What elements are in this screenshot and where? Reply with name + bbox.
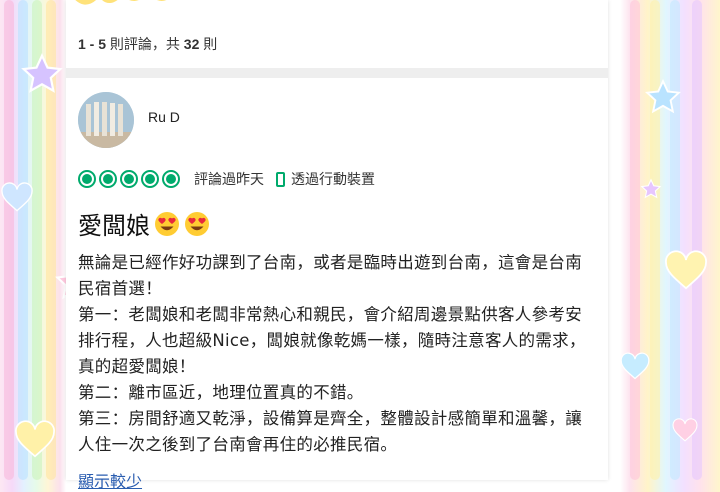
device-label: 透過行動裝置: [291, 172, 375, 188]
review-total: 32: [183, 36, 200, 52]
star-decor-icon: [21, 53, 63, 93]
sticker-logo-fragment: [75, 0, 166, 5]
review-paragraph: 無論是已經作好功課到了台南，或者是臨時出遊到台南，這會是台南民宿首選！: [78, 253, 582, 298]
review-paragraph: 第一：老闆娘和老闆非常熱心和親民，會介紹周邊景點供客人參考安排行程，人也超級Ni…: [78, 305, 586, 376]
review-title-text: 愛闆娘: [78, 212, 150, 240]
decor-stripe: [18, 0, 28, 480]
heart-decor-icon: [665, 250, 707, 290]
review-panel: 1 - 5 則評論，共 32 則 Ru D 評論過昨天 透過行動裝置 愛闆娘 無…: [66, 0, 608, 491]
review-paragraph: 第三：房間舒適又乾淨，設備算是齊全，整體設計感簡單和溫馨，讓人住一次之後到了台南…: [78, 409, 582, 454]
heart-eyes-emoji-icon: [185, 211, 209, 236]
rating-bubble-icon: [162, 170, 180, 188]
rating-bubble-icon: [99, 170, 117, 188]
heart-eyes-emoji-icon: [155, 211, 179, 236]
review-item: Ru D 評論過昨天 透過行動裝置 愛闆娘 無論是已經作好功課到了台南，或者是臨…: [66, 84, 608, 491]
decor-stripe: [650, 0, 660, 480]
show-less-link[interactable]: 顯示較少: [78, 468, 142, 492]
review-title: 愛闆娘: [78, 206, 210, 241]
star-decor-icon: [640, 178, 662, 199]
decor-stripe: [4, 0, 14, 480]
rating-row: 評論過昨天 透過行動裝置: [78, 168, 375, 190]
review-total-suffix: 則: [199, 36, 218, 52]
rating-bubble-icon: [120, 170, 138, 188]
avatar-image: [78, 92, 134, 148]
mobile-device-icon: [276, 171, 285, 187]
heart-decor-icon: [15, 420, 55, 458]
decor-stripe: [670, 0, 680, 480]
review-range-suffix: 則評論，共: [106, 36, 184, 52]
decor-stripe: [630, 0, 640, 480]
review-paragraph: 第二：離市區近，地理位置真的不錯。: [78, 383, 364, 402]
review-date: 評論過昨天: [194, 172, 264, 188]
heart-decor-icon: [1, 182, 33, 212]
decor-stripe: [692, 0, 702, 480]
decor-stripe: [46, 0, 56, 480]
heart-decor-icon: [620, 352, 650, 380]
decor-stripe: [32, 0, 42, 480]
review-body: 無論是已經作好功課到了台南，或者是臨時出遊到台南，這會是台南民宿首選！ 第一：老…: [78, 250, 590, 458]
rating-bubble-icon: [141, 170, 159, 188]
review-count-label: 1 - 5 則評論，共 32 則: [78, 34, 217, 54]
bubble-rating: [78, 170, 180, 188]
rating-bubble-icon: [78, 170, 96, 188]
star-decor-icon: [644, 78, 682, 114]
avatar[interactable]: [78, 92, 134, 148]
review-range: 1 - 5: [78, 36, 107, 52]
heart-decor-icon: [672, 418, 698, 442]
section-divider: [66, 68, 608, 78]
reviewer-name[interactable]: Ru D: [148, 109, 180, 125]
